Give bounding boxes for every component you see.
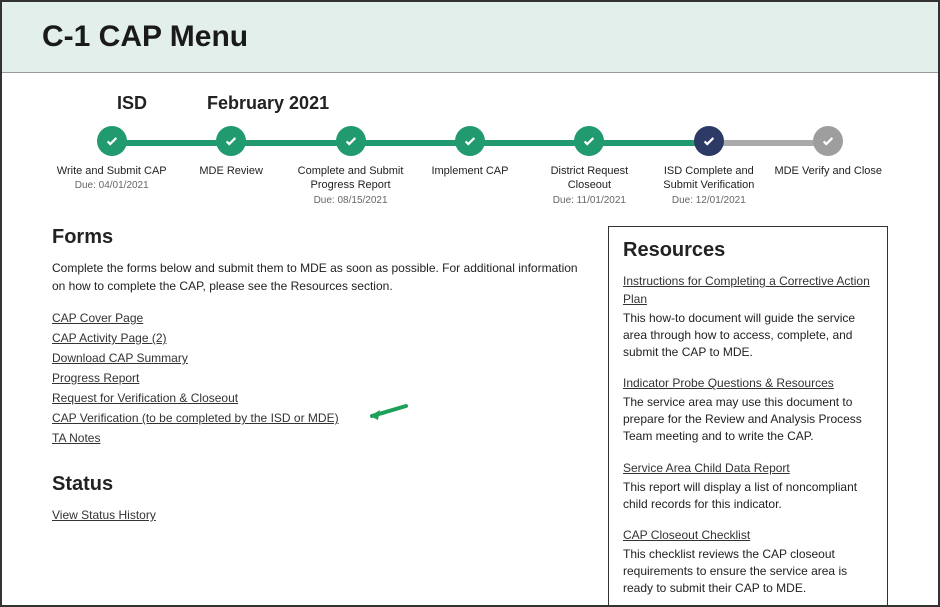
form-links: CAP Cover Page CAP Activity Page (2) Dow… bbox=[52, 309, 582, 447]
step-due: Due: 12/01/2021 bbox=[649, 195, 768, 206]
timeline-step: Complete and Submit Progress Report Due:… bbox=[291, 126, 410, 206]
resource-desc: This how-to document will guide the serv… bbox=[623, 310, 873, 360]
form-link-cover-page[interactable]: CAP Cover Page bbox=[52, 311, 143, 325]
step-due: Due: 04/01/2021 bbox=[52, 180, 171, 191]
resource-item: CAP Closeout Checklist This checklist re… bbox=[623, 526, 873, 596]
month-label: February 2021 bbox=[207, 93, 329, 114]
timeline: Write and Submit CAP Due: 04/01/2021 MDE… bbox=[52, 126, 888, 216]
check-icon bbox=[216, 126, 246, 156]
resource-item: Indicator Probe Questions & Resources Th… bbox=[623, 374, 873, 444]
body-columns: Forms Complete the forms below and submi… bbox=[52, 226, 888, 607]
resource-item: Service Area Child Data Report This repo… bbox=[623, 459, 873, 513]
timeline-steps: Write and Submit CAP Due: 04/01/2021 MDE… bbox=[52, 126, 888, 206]
resource-desc: The service area may use this document t… bbox=[623, 394, 873, 444]
check-icon bbox=[455, 126, 485, 156]
step-label: Write and Submit CAP bbox=[52, 164, 171, 178]
resource-desc: This report will display a list of nonco… bbox=[623, 479, 873, 513]
step-label: MDE Review bbox=[171, 164, 290, 178]
step-label: District Request Closeout bbox=[530, 164, 649, 193]
form-link-download-summary[interactable]: Download CAP Summary bbox=[52, 351, 188, 365]
resource-link-instructions[interactable]: Instructions for Completing a Corrective… bbox=[623, 274, 870, 306]
resources-panel: Resources Instructions for Completing a … bbox=[608, 226, 888, 607]
page-title: C-1 CAP Menu bbox=[42, 20, 898, 54]
check-icon bbox=[813, 126, 843, 156]
step-label: Implement CAP bbox=[410, 164, 529, 178]
page-header: C-1 CAP Menu bbox=[2, 2, 938, 73]
step-due: Due: 11/01/2021 bbox=[530, 195, 649, 206]
isd-label: ISD bbox=[117, 93, 147, 114]
form-link-cap-verification[interactable]: CAP Verification (to be completed by the… bbox=[52, 411, 339, 425]
step-label: MDE Verify and Close bbox=[769, 164, 888, 178]
check-icon bbox=[574, 126, 604, 156]
resource-link-closeout-checklist[interactable]: CAP Closeout Checklist bbox=[623, 528, 750, 542]
check-icon bbox=[694, 126, 724, 156]
step-label: Complete and Submit Progress Report bbox=[291, 164, 410, 193]
step-label: ISD Complete and Submit Verification bbox=[649, 164, 768, 193]
check-icon bbox=[97, 126, 127, 156]
resources-heading: Resources bbox=[623, 239, 873, 262]
timeline-step: Write and Submit CAP Due: 04/01/2021 bbox=[52, 126, 171, 206]
timeline-meta: ISD February 2021 bbox=[117, 93, 888, 114]
page-content: ISD February 2021 Write and Submit CAP D… bbox=[2, 73, 938, 607]
resource-item: Instructions for Completing a Corrective… bbox=[623, 272, 873, 360]
timeline-step: MDE Verify and Close bbox=[769, 126, 888, 206]
forms-heading: Forms bbox=[52, 226, 582, 249]
timeline-step: District Request Closeout Due: 11/01/202… bbox=[530, 126, 649, 206]
status-section: Status View Status History bbox=[52, 473, 582, 524]
step-due: Due: 08/15/2021 bbox=[291, 195, 410, 206]
left-column: Forms Complete the forms below and submi… bbox=[52, 226, 582, 607]
form-link-progress-report[interactable]: Progress Report bbox=[52, 371, 139, 385]
resource-link-indicator-probe[interactable]: Indicator Probe Questions & Resources bbox=[623, 376, 834, 390]
forms-intro: Complete the forms below and submit them… bbox=[52, 259, 582, 295]
resource-desc: This checklist reviews the CAP closeout … bbox=[623, 546, 873, 596]
form-link-request-verification[interactable]: Request for Verification & Closeout bbox=[52, 391, 238, 405]
timeline-step: MDE Review bbox=[171, 126, 290, 206]
status-history-link[interactable]: View Status History bbox=[52, 508, 156, 522]
form-link-ta-notes[interactable]: TA Notes bbox=[52, 431, 100, 445]
timeline-step: Implement CAP bbox=[410, 126, 529, 206]
resource-link-child-data-report[interactable]: Service Area Child Data Report bbox=[623, 461, 790, 475]
check-icon bbox=[336, 126, 366, 156]
status-heading: Status bbox=[52, 473, 582, 496]
timeline-step: ISD Complete and Submit Verification Due… bbox=[649, 126, 768, 206]
form-link-activity-page[interactable]: CAP Activity Page (2) bbox=[52, 331, 167, 345]
page-container: C-1 CAP Menu ISD February 2021 Write and… bbox=[0, 0, 940, 607]
